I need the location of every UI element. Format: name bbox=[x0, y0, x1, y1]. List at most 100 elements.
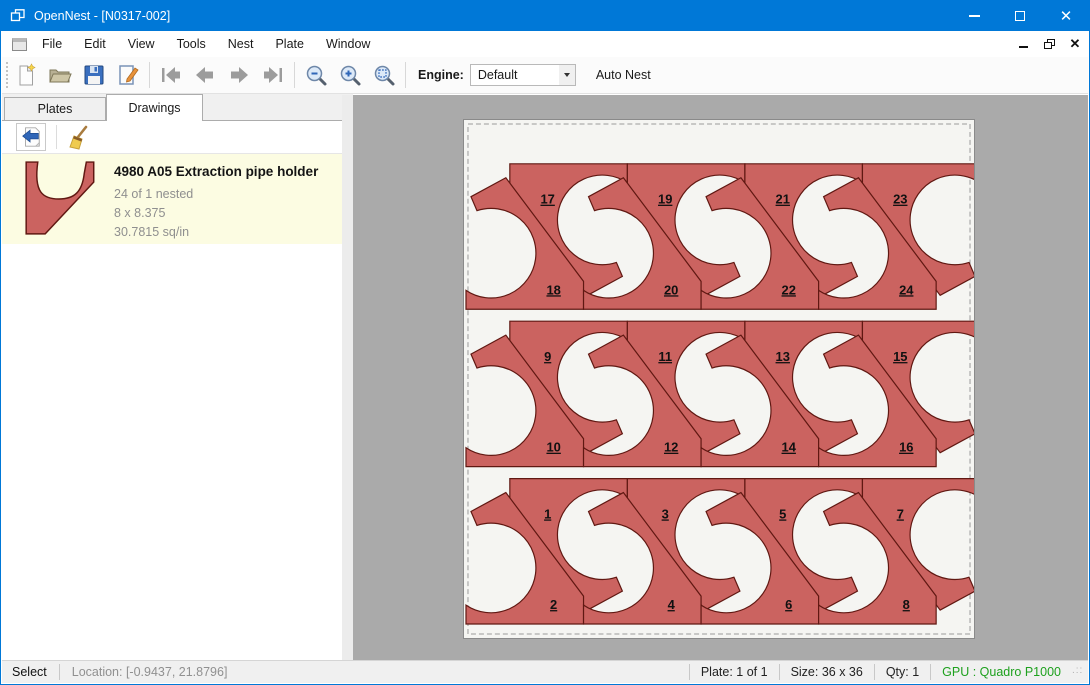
close-icon: ✕ bbox=[1060, 9, 1073, 24]
drawing-nested-count: 24 of 1 nested bbox=[114, 185, 318, 204]
zoom-out-button[interactable] bbox=[299, 60, 333, 90]
tab-plates[interactable]: Plates bbox=[4, 97, 106, 121]
part-number: 22 bbox=[782, 282, 796, 297]
mdi-minimize-icon bbox=[1019, 46, 1028, 48]
toolbar-separator bbox=[56, 125, 57, 149]
mdi-minimize-button[interactable] bbox=[1014, 36, 1032, 52]
panel-splitter[interactable] bbox=[342, 95, 353, 660]
import-drawing-icon bbox=[20, 126, 42, 148]
plate-drawing: 17 18 19 20 21 22 23 bbox=[464, 120, 974, 638]
mdi-close-button[interactable]: ✕ bbox=[1066, 36, 1084, 52]
go-first-icon bbox=[159, 63, 183, 87]
status-bar: Select Location: [-0.9437, 21.8796] Plat… bbox=[2, 660, 1088, 683]
minimize-button[interactable] bbox=[951, 1, 997, 31]
nest-canvas[interactable]: 17 18 19 20 21 22 23 bbox=[353, 95, 1088, 660]
part-pair: 19 20 bbox=[584, 164, 745, 309]
mdi-restore-icon bbox=[1044, 39, 1055, 49]
last-plate-button[interactable] bbox=[256, 60, 290, 90]
menu-plate[interactable]: Plate bbox=[264, 33, 315, 55]
title-bar: OpenNest - [N0317-002] ✕ bbox=[1, 1, 1089, 31]
part-number: 7 bbox=[897, 506, 904, 521]
part-number: 5 bbox=[779, 506, 786, 521]
drawing-list-item[interactable]: 4980 A05 Extraction pipe holder 24 of 1 … bbox=[2, 154, 342, 244]
app-window: OpenNest - [N0317-002] ✕ File Edit View … bbox=[0, 0, 1090, 685]
part-number: 2 bbox=[550, 597, 557, 612]
toolbar-separator bbox=[405, 62, 406, 88]
part-number: 16 bbox=[899, 440, 913, 455]
part-number: 20 bbox=[664, 282, 678, 297]
part-number: 24 bbox=[899, 282, 914, 297]
maximize-icon bbox=[1015, 11, 1025, 21]
save-button[interactable] bbox=[77, 60, 111, 90]
part-number: 6 bbox=[785, 597, 792, 612]
resize-grip[interactable]: .:: bbox=[1072, 665, 1086, 679]
part-number: 18 bbox=[546, 282, 560, 297]
status-plate: Plate: 1 of 1 bbox=[690, 665, 779, 679]
part-number: 1 bbox=[544, 506, 551, 521]
next-plate-button[interactable] bbox=[222, 60, 256, 90]
part-number: 3 bbox=[662, 506, 669, 521]
menu-window[interactable]: Window bbox=[315, 33, 381, 55]
panel-tabstrip: Plates Drawings bbox=[2, 94, 353, 121]
part-number: 12 bbox=[664, 440, 678, 455]
tab-drawings[interactable]: Drawings bbox=[106, 94, 203, 121]
menu-nest[interactable]: Nest bbox=[217, 33, 265, 55]
menu-bar: File Edit View Tools Nest Plate Window ✕ bbox=[2, 31, 1088, 57]
go-last-icon bbox=[261, 63, 285, 87]
maximize-button[interactable] bbox=[997, 1, 1043, 31]
part-number: 15 bbox=[893, 349, 907, 364]
edit-document-icon bbox=[116, 63, 140, 87]
previous-plate-button[interactable] bbox=[188, 60, 222, 90]
drawing-title: 4980 A05 Extraction pipe holder bbox=[114, 164, 318, 179]
status-mode: Select bbox=[2, 665, 59, 679]
part-number: 11 bbox=[658, 349, 672, 364]
mdi-close-icon: ✕ bbox=[1070, 36, 1081, 52]
auto-nest-button[interactable]: Auto Nest bbox=[588, 63, 659, 87]
drawing-size: 8 x 8.375 bbox=[114, 204, 318, 223]
drawing-area: 30.7815 sq/in bbox=[114, 223, 318, 242]
app-logo-icon bbox=[10, 8, 26, 24]
mdi-document-icon[interactable] bbox=[12, 38, 27, 51]
zoom-in-button[interactable] bbox=[333, 60, 367, 90]
plate[interactable]: 17 18 19 20 21 22 23 bbox=[463, 119, 975, 639]
part-number: 17 bbox=[540, 192, 554, 207]
zoom-fit-button[interactable] bbox=[367, 60, 401, 90]
clean-button[interactable] bbox=[65, 123, 93, 151]
import-drawing-button[interactable] bbox=[16, 123, 46, 151]
toolbar-separator bbox=[149, 62, 150, 88]
main-toolbar: Engine: Default Auto Nest bbox=[2, 57, 1088, 94]
part-pair: 23 24 bbox=[819, 164, 974, 309]
new-document-icon bbox=[14, 63, 38, 87]
part-pair: 5 6 bbox=[701, 479, 862, 624]
part-pair: 11 12 bbox=[584, 321, 745, 466]
open-button[interactable] bbox=[43, 60, 77, 90]
part-pair: 1 2 bbox=[466, 479, 627, 624]
minimize-icon bbox=[969, 15, 980, 17]
new-document-button[interactable] bbox=[9, 60, 43, 90]
close-button[interactable]: ✕ bbox=[1043, 1, 1089, 31]
part-number: 19 bbox=[658, 192, 672, 207]
save-as-button[interactable] bbox=[111, 60, 145, 90]
part-pair: 13 14 bbox=[701, 321, 862, 466]
mdi-restore-button[interactable] bbox=[1040, 36, 1058, 52]
menu-tools[interactable]: Tools bbox=[166, 33, 217, 55]
status-qty: Qty: 1 bbox=[875, 665, 930, 679]
engine-dropdown-button[interactable] bbox=[559, 65, 575, 85]
status-gpu: GPU : Quadro P1000 bbox=[931, 665, 1072, 679]
zoom-out-icon bbox=[304, 63, 328, 87]
go-next-icon bbox=[227, 63, 251, 87]
part-number: 13 bbox=[776, 349, 790, 364]
menu-edit[interactable]: Edit bbox=[73, 33, 117, 55]
engine-selected-value: Default bbox=[471, 68, 559, 82]
part-number: 8 bbox=[903, 597, 910, 612]
engine-select[interactable]: Default bbox=[470, 64, 576, 86]
status-location: Location: [-0.9437, 21.8796] bbox=[60, 665, 240, 679]
first-plate-button[interactable] bbox=[154, 60, 188, 90]
menu-file[interactable]: File bbox=[31, 33, 73, 55]
engine-label: Engine: bbox=[418, 68, 464, 82]
part-number: 23 bbox=[893, 192, 907, 207]
menu-view[interactable]: View bbox=[117, 33, 166, 55]
part-pair: 15 16 bbox=[819, 321, 974, 466]
part-thumbnail bbox=[24, 161, 98, 237]
part-number: 4 bbox=[668, 597, 676, 612]
